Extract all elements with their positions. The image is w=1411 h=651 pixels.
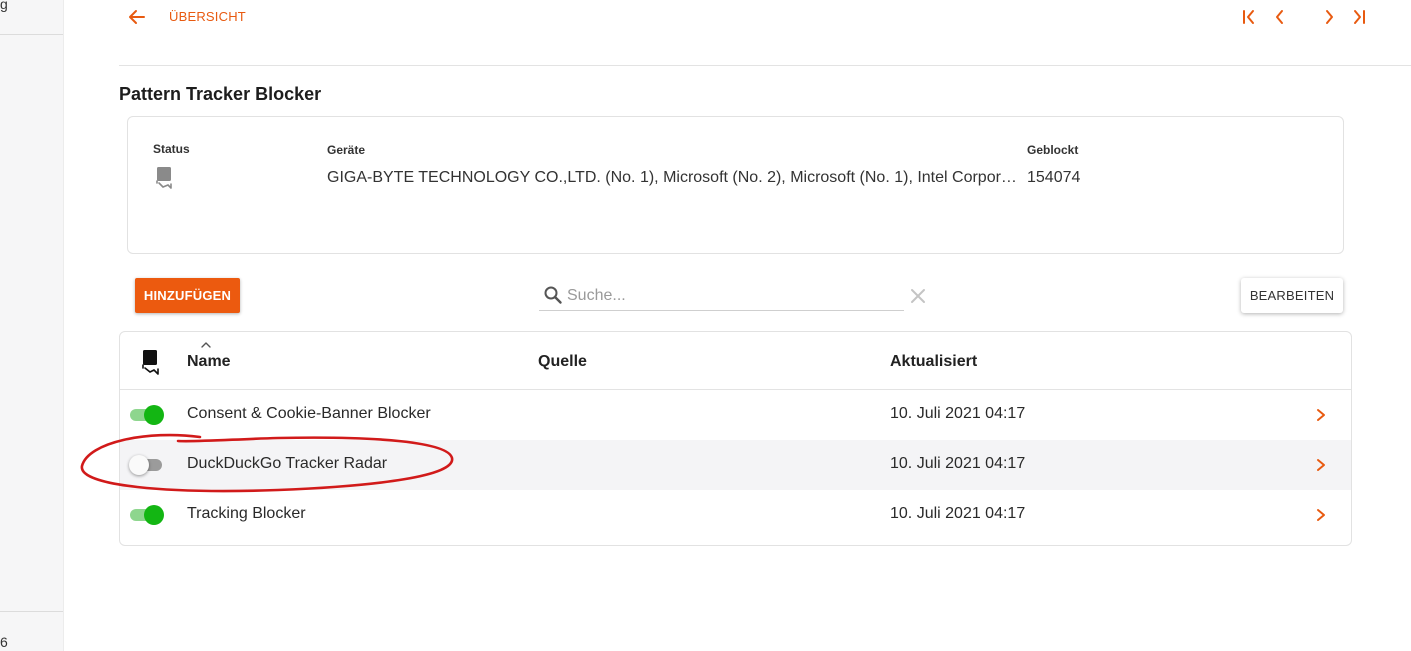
info-card: Status Geräte GIGA-BYTE TECHNOLOGY CO.,L… xyxy=(127,116,1344,254)
chevron-right-icon[interactable] xyxy=(1313,455,1329,475)
blocked-value: 154074 xyxy=(1027,169,1081,186)
chevron-right-icon[interactable] xyxy=(1313,505,1329,525)
table-row[interactable]: Tracking Blocker 10. Juli 2021 04:17 xyxy=(120,490,1351,540)
table-row[interactable]: DuckDuckGo Tracker Radar 10. Juli 2021 0… xyxy=(120,440,1351,490)
add-button[interactable]: HINZUFÜGEN xyxy=(135,278,240,313)
sidebar: g 6 xyxy=(0,0,64,651)
row-name: Tracking Blocker xyxy=(187,505,306,522)
status-label: Status xyxy=(153,142,190,156)
enable-toggle[interactable] xyxy=(129,405,165,425)
sidebar-text-fragment[interactable]: g xyxy=(0,0,8,12)
close-icon[interactable] xyxy=(908,286,928,306)
sidebar-text-fragment: 6 xyxy=(0,634,8,650)
row-updated: 10. Juli 2021 04:17 xyxy=(890,405,1026,422)
chevron-left-icon[interactable] xyxy=(1269,6,1291,28)
row-updated: 10. Juli 2021 04:17 xyxy=(890,455,1026,472)
page-title: Pattern Tracker Blocker xyxy=(119,84,322,104)
block-status-icon xyxy=(156,167,172,189)
sort-ascending-icon[interactable] xyxy=(200,341,212,349)
header-divider xyxy=(119,65,1411,66)
row-updated: 10. Juli 2021 04:17 xyxy=(890,505,1026,522)
chevron-right-icon[interactable] xyxy=(1318,6,1340,28)
last-page-icon[interactable] xyxy=(1348,6,1370,28)
column-header-name[interactable]: Name xyxy=(187,353,231,371)
back-to-overview-link[interactable]: ÜBERSICHT xyxy=(169,9,246,24)
row-name: DuckDuckGo Tracker Radar xyxy=(187,455,388,472)
arrow-left-icon[interactable] xyxy=(126,6,148,28)
first-page-icon[interactable] xyxy=(1238,6,1260,28)
search-field xyxy=(539,282,904,311)
devices-value: GIGA-BYTE TECHNOLOGY CO.,LTD. (No. 1), M… xyxy=(327,169,1017,186)
block-status-icon[interactable] xyxy=(140,348,162,376)
enable-toggle[interactable] xyxy=(129,455,165,475)
table-row[interactable]: Consent & Cookie-Banner Blocker 10. Juli… xyxy=(120,390,1351,440)
column-header-updated[interactable]: Aktualisiert xyxy=(890,353,977,371)
edit-button[interactable]: BEARBEITEN xyxy=(1241,278,1343,313)
blocklist-table: Name Quelle Aktualisiert Consent & Cooki… xyxy=(119,331,1352,546)
blocked-label: Geblockt xyxy=(1027,143,1079,157)
search-input[interactable] xyxy=(565,284,899,308)
sidebar-divider xyxy=(0,34,63,35)
sidebar-divider xyxy=(0,611,63,612)
row-name: Consent & Cookie-Banner Blocker xyxy=(187,405,431,422)
column-header-source[interactable]: Quelle xyxy=(538,353,587,371)
chevron-right-icon[interactable] xyxy=(1313,405,1329,425)
devices-label: Geräte xyxy=(327,143,366,157)
enable-toggle[interactable] xyxy=(129,505,165,525)
search-icon xyxy=(544,286,562,304)
